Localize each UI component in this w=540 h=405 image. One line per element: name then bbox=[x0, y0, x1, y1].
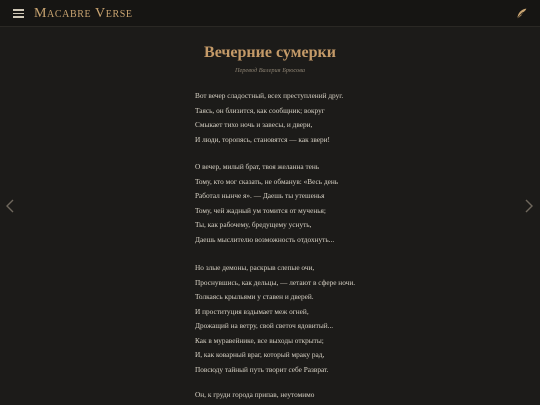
poem-line: Смыкает тихо ночь и завесы, и двери, bbox=[195, 120, 313, 129]
stanza-2: О вечер, милый брат, твоя желанна тень Т… bbox=[195, 160, 338, 247]
stanza-1: Вот вечер сладостный, всех преступлений … bbox=[195, 89, 343, 147]
stanza-4: Он, к груди города припав, неутомимо bbox=[195, 388, 314, 403]
poem-line: Как в муравейнике, все выходы открыты; bbox=[195, 335, 324, 345]
poem-line: Тому, кто мог сказать, не обманув: «Весь… bbox=[195, 176, 339, 186]
poem-line: Вот вечер сладостный, всех преступлений … bbox=[195, 91, 344, 100]
stanza-3: Но злые демоны, раскрыв слепые очи, Прос… bbox=[195, 261, 355, 377]
poem-line: Даешь мыслителю возможность отдохнуть... bbox=[195, 234, 335, 244]
poem-line: Таясь, он близится, как сообщник; вокруг bbox=[195, 105, 325, 115]
chevron-right-icon[interactable] bbox=[524, 199, 534, 213]
poem-line: Толкаясь крыльями у ставен и дверей. bbox=[195, 292, 314, 301]
poem-line: О вечер, милый брат, твоя желанна тень bbox=[195, 162, 320, 171]
poem-line: Повсюду тайный путь творит себе Разврат. bbox=[195, 364, 329, 374]
site-brand[interactable]: Macabre Verse bbox=[34, 6, 133, 22]
translator-credit: Перевод Валерия Брюсова bbox=[234, 67, 306, 74]
poem-line: Но злые демоны, раскрыв слепые очи, bbox=[195, 263, 315, 272]
top-bar: Macabre Verse bbox=[0, 0, 540, 27]
hamburger-menu-icon[interactable] bbox=[13, 9, 24, 18]
poem-line: И люди, торопясь, становятся — как звери… bbox=[195, 134, 330, 144]
feather-quill-icon[interactable] bbox=[515, 7, 528, 20]
poem-line: Ты, как рабочему, бредущему уснуть, bbox=[195, 220, 312, 229]
poem-line: И, как коварный враг, который мраку рад, bbox=[195, 350, 325, 359]
reader-page: Macabre Verse Вечерние сумерки Перевод В… bbox=[0, 0, 540, 405]
chevron-left-icon[interactable] bbox=[5, 199, 15, 213]
poem-line: Проснувшись, как дельцы, — летают в сфер… bbox=[195, 277, 356, 287]
poem-line: Дрожащий на ветру, свой светоч ядовитый.… bbox=[195, 321, 334, 330]
poem-line: Работал нынче я». — Даешь ты утешенья bbox=[195, 191, 325, 200]
poem-title: Вечерние сумерки bbox=[204, 44, 336, 61]
poem-line: Тому, чей жадный ум томится от мученья; bbox=[195, 205, 326, 215]
poem-line: И проституция вздымает меж огней, bbox=[195, 306, 309, 316]
poem-line: Он, к груди города припав, неутомимо bbox=[195, 390, 315, 399]
